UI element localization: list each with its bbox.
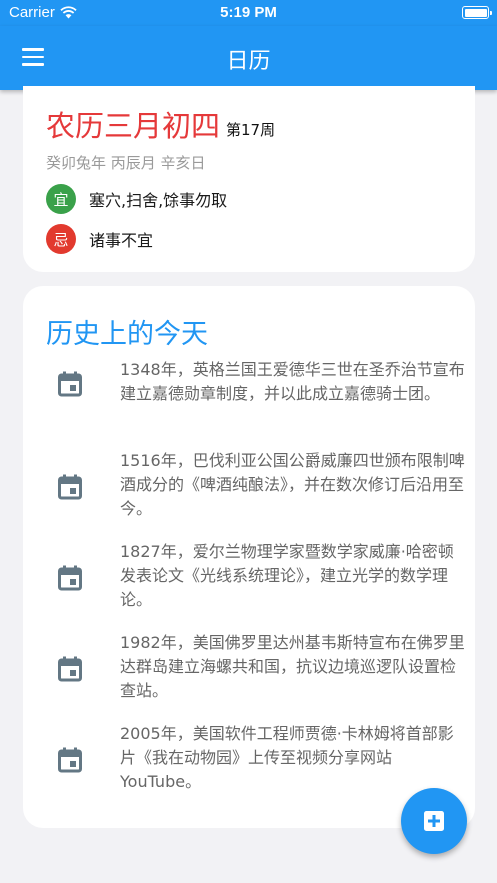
calendar-icon (46, 474, 94, 500)
calendar-icon (46, 747, 94, 773)
week-number: 第17周 (226, 121, 276, 139)
page-title: 日历 (226, 49, 271, 74)
history-event[interactable]: 2005年，美国软件工程师贾德·卡林姆将首部影片《我在动物园》上传至视频分享网站… (46, 722, 466, 794)
event-text: 1827年，爱尔兰物理学家暨数学家威廉·哈密顿发表论文《光线系统理论》，建立光学… (120, 542, 454, 609)
event-text: 1348年，英格兰国王爱德华三世在圣乔治节宣布建立嘉德勋章制度，并以此成立嘉德骑… (120, 360, 465, 403)
event-text: 1982年，美国佛罗里达州基韦斯特宣布在佛罗里达群岛建立海螺共和国，抗议边境巡逻… (120, 633, 465, 700)
event-text: 2005年，美国软件工程师贾德·卡林姆将首部影片《我在动物园》上传至视频分享网站… (120, 724, 454, 791)
lunar-date: 农历三月初四 (46, 109, 221, 143)
history-event[interactable]: 1516年，巴伐利亚公国公爵威廉四世颁布限制啤酒成分的《啤酒纯酿法》，并在数次修… (46, 449, 466, 521)
add-event-button[interactable] (401, 788, 467, 854)
yi-text: 塞穴,扫舍,馀事勿取 (89, 191, 228, 210)
yi-badge: 宜 (46, 184, 76, 214)
add-box-icon (424, 811, 444, 831)
app-bar: 日历 (0, 26, 497, 90)
status-bar: Carrier 5:19 PM (0, 0, 497, 26)
ji-row: 忌 诸事不宜 (46, 224, 153, 254)
history-card: 历史上的今天 1348年，英格兰国王爱德华三世在圣乔治节宣布建立嘉德勋章制度，并… (23, 286, 475, 828)
lunar-title-row: 农历三月初四 第17周 (46, 108, 275, 144)
history-event[interactable]: 1982年，美国佛罗里达州基韦斯特宣布在佛罗里达群岛建立海螺共和国，抗议边境巡逻… (46, 631, 466, 703)
calendar-icon (46, 656, 94, 682)
history-event[interactable]: 1348年，英格兰国王爱德华三世在圣乔治节宣布建立嘉德勋章制度，并以此成立嘉德骑… (46, 358, 466, 406)
status-time: 5:19 PM (220, 4, 277, 21)
lunar-card: 农历三月初四 第17周 癸卯兔年 丙辰月 辛亥日 宜 塞穴,扫舍,馀事勿取 忌 … (23, 86, 475, 272)
battery-icon (462, 6, 492, 19)
ji-text: 诸事不宜 (89, 231, 154, 250)
ji-badge: 忌 (46, 224, 76, 254)
calendar-icon (46, 565, 94, 591)
history-title: 历史上的今天 (46, 319, 208, 350)
yi-row: 宜 塞穴,扫舍,馀事勿取 (46, 184, 227, 214)
calendar-icon (46, 371, 94, 397)
history-event[interactable]: 1827年，爱尔兰物理学家暨数学家威廉·哈密顿发表论文《光线系统理论》，建立光学… (46, 540, 466, 612)
event-text: 1516年，巴伐利亚公国公爵威廉四世颁布限制啤酒成分的《啤酒纯酿法》，并在数次修… (120, 451, 465, 518)
ganzhi-text: 癸卯兔年 丙辰月 辛亥日 (46, 154, 206, 172)
